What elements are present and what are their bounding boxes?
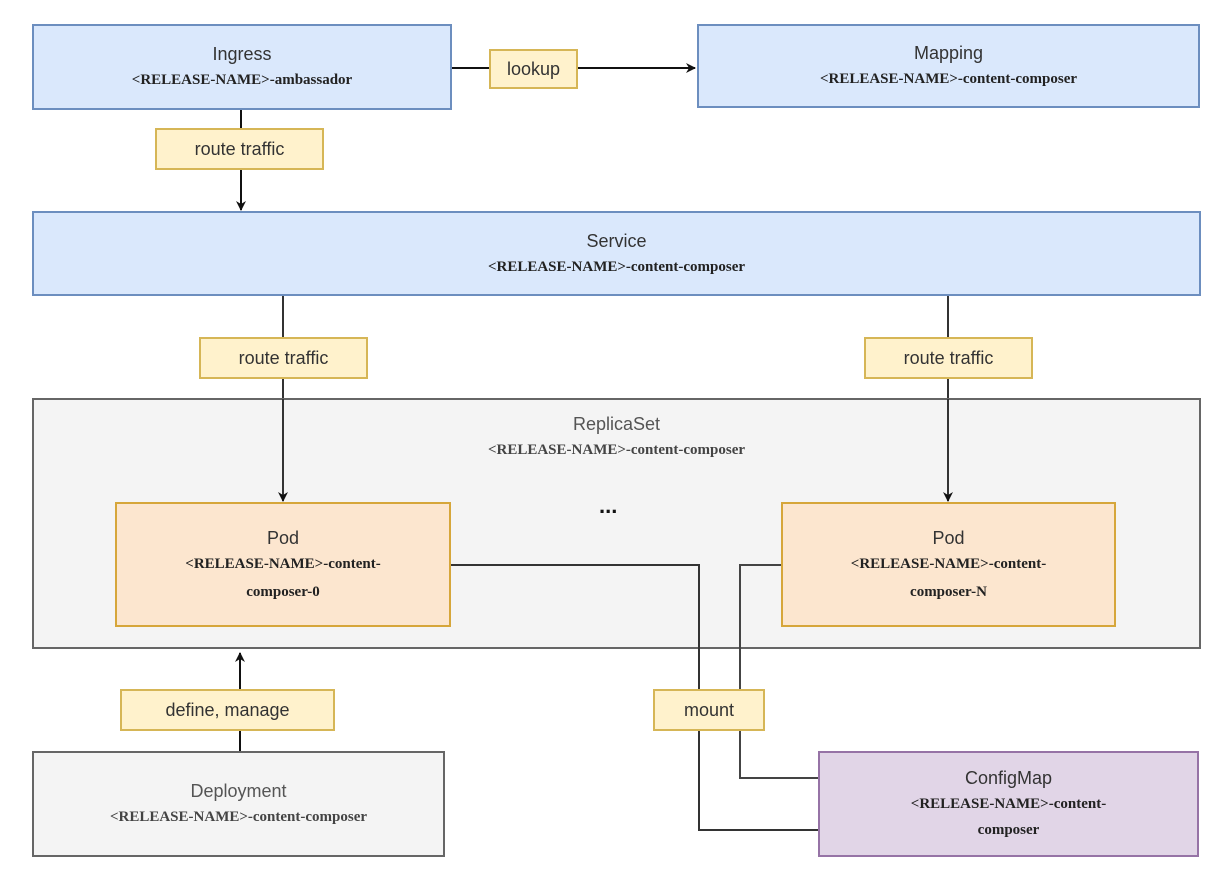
edge-label-route-traffic-podN: route traffic xyxy=(864,337,1033,379)
edge-label-define-manage: define, manage xyxy=(120,689,335,731)
deployment-subtitle: <RELEASE-NAME>-content-composer xyxy=(109,809,368,825)
diagram-canvas: Ingress <RELEASE-NAME>-ambassador Mappin… xyxy=(0,0,1224,878)
configmap-node[interactable]: ConfigMap <RELEASE-NAME>-content- compos… xyxy=(818,751,1199,857)
pod-0-subtitle-line1: <RELEASE-NAME>-content- xyxy=(185,555,381,572)
pod-n-title: Pod xyxy=(932,527,965,548)
configmap-subtitle-line1: <RELEASE-NAME>-content- xyxy=(910,796,1107,812)
pod-n-node[interactable]: Pod <RELEASE-NAME>-content- composer-N xyxy=(781,502,1116,627)
edge-podN-configmap-inner xyxy=(739,564,781,650)
pod-0-node[interactable]: Pod <RELEASE-NAME>-content- composer-0 xyxy=(115,502,451,627)
edge-label-route-traffic-pod0: route traffic xyxy=(199,337,368,379)
edge-label-mount: mount xyxy=(653,689,765,731)
pod-n-subtitle-line1: <RELEASE-NAME>-content- xyxy=(850,555,1047,572)
deployment-node[interactable]: Deployment <RELEASE-NAME>-content-compos… xyxy=(32,751,445,857)
edge-pod0-configmap-inner xyxy=(450,564,700,650)
edge-label-route-traffic-ingress: route traffic xyxy=(155,128,324,170)
pod-0-title: Pod xyxy=(266,527,300,548)
pod-n-subtitle-line2: composer-N xyxy=(910,583,987,600)
pod-0-subtitle-line2: composer-0 xyxy=(246,583,320,600)
deployment-title: Deployment xyxy=(190,781,287,801)
configmap-subtitle-line2: composer xyxy=(977,822,1040,838)
configmap-title: ConfigMap xyxy=(964,768,1053,788)
more-pods-ellipsis: ... xyxy=(599,493,618,518)
edge-label-lookup: lookup xyxy=(489,49,578,89)
